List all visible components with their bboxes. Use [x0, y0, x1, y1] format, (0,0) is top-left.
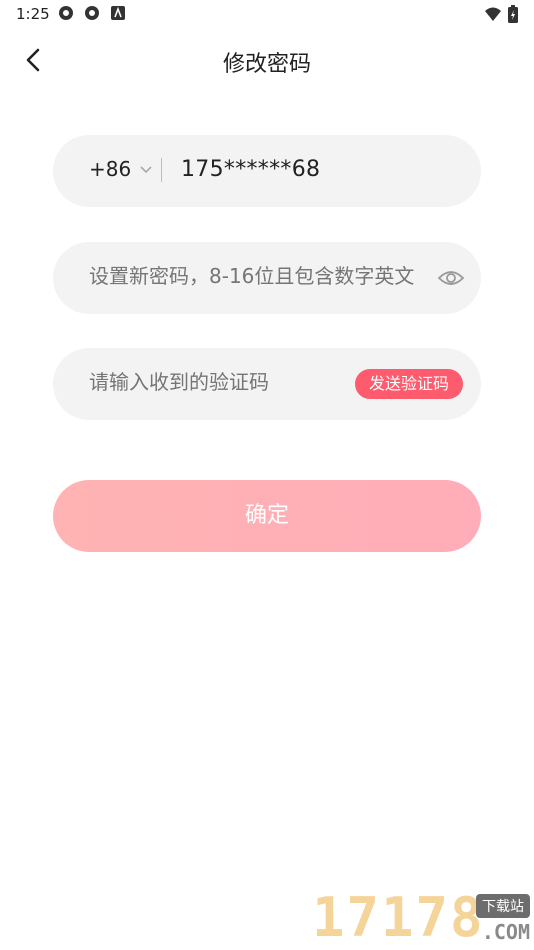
phone-field: +86 175******68 [53, 135, 481, 207]
send-code-button[interactable]: 发送验证码 [354, 369, 463, 399]
settings-icon [85, 6, 99, 20]
watermark-logo: 17178 下载站 .COM [312, 888, 534, 948]
status-bar: 1:25 [0, 0, 534, 28]
app-icon [111, 6, 125, 20]
watermark-suffix: .COM [481, 920, 530, 944]
new-password-input[interactable] [89, 264, 429, 288]
battery-icon [508, 5, 518, 23]
settings-icon [59, 6, 73, 20]
eye-icon[interactable] [437, 266, 465, 290]
watermark-badge: 下载站 [476, 894, 530, 918]
nav-bar: 修改密码 [0, 36, 534, 84]
status-time: 1:25 [16, 5, 50, 23]
page-title: 修改密码 [222, 52, 311, 77]
wifi-icon [485, 7, 501, 21]
watermark-digits: 17178 [312, 886, 485, 949]
country-code-selector[interactable]: +86 [89, 157, 153, 181]
divider [161, 158, 162, 182]
status-right-icons [484, 5, 518, 23]
confirm-button[interactable]: 确定 [53, 480, 481, 552]
new-password-field [53, 242, 481, 314]
verification-code-input[interactable] [89, 370, 339, 394]
chevron-down-icon [140, 166, 152, 174]
country-code-label: +86 [89, 157, 132, 181]
phone-number-value: 175******68 [181, 157, 321, 182]
verification-code-field: 发送验证码 [53, 348, 481, 420]
